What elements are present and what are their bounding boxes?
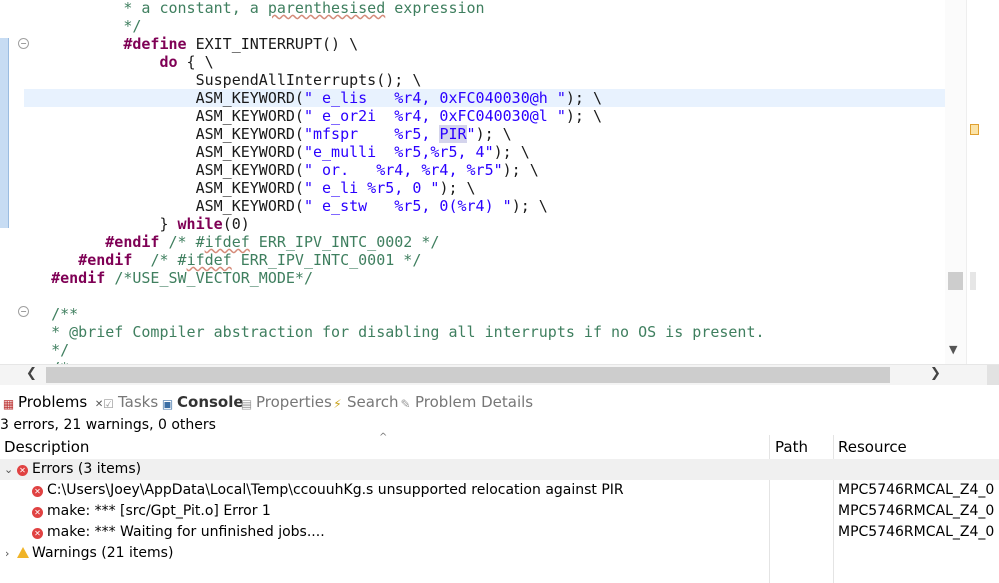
folding-column: − −: [8, 0, 29, 364]
chevron-right-icon[interactable]: ›: [5, 543, 9, 564]
scroll-right-icon[interactable]: ❯: [930, 366, 941, 381]
horizontal-scrollbar-thumb[interactable]: [46, 367, 890, 383]
overview-ruler[interactable]: [966, 0, 999, 364]
code-line[interactable]: #endif /*USE_SW_VECTOR_MODE*/: [24, 269, 945, 287]
left-ruler: [0, 0, 9, 364]
code-line[interactable]: [24, 287, 945, 305]
problem-description: C:\Users\Joey\AppData\Local\Temp\ccouuhK…: [47, 482, 624, 498]
problems-table[interactable]: Description ^ Path Resource ⌄ ✕ Errors (…: [0, 432, 999, 583]
error-icon: ✕: [17, 459, 28, 480]
table-row[interactable]: ✕ make: *** [src/Gpt_Pit.o] Error 1 MPC5…: [0, 501, 999, 522]
problem-resource: MPC5746RMCAL_Z4_0: [838, 524, 995, 540]
tab-problem-details[interactable]: ✎ Problem Details: [399, 392, 533, 412]
column-header-path[interactable]: Path: [775, 435, 808, 459]
group-label: Errors (3 items): [32, 461, 142, 477]
tab-label: Tasks: [118, 393, 159, 411]
code-line[interactable]: /**: [24, 305, 945, 323]
tab-tasks[interactable]: ☑ Tasks: [102, 392, 158, 412]
scroll-left-icon[interactable]: ❮: [26, 366, 37, 381]
tasks-icon: ☑: [103, 397, 114, 411]
code-line[interactable]: * @brief Compiler abstraction for disabl…: [24, 323, 945, 341]
code-line[interactable]: ASM_KEYWORD("mfspr %r5, PIR"); \: [24, 125, 945, 143]
problem-resource: MPC5746RMCAL_Z4_0: [838, 482, 995, 498]
code-line[interactable]: SuspendAllInterrupts(); \: [24, 71, 945, 89]
code-line[interactable]: ASM_KEYWORD(" e_li %r5, 0 "); \: [24, 179, 945, 197]
code-line[interactable]: * a constant, a parenthesised expression: [24, 0, 945, 17]
code-editor[interactable]: − − * a constant, a parenthesised expres…: [0, 0, 999, 364]
problem-resource: MPC5746RMCAL_Z4_0: [838, 503, 995, 519]
code-line[interactable]: */: [24, 17, 945, 35]
tree-group-errors[interactable]: ⌄ ✕ Errors (3 items): [0, 459, 999, 480]
code-line[interactable]: #endif /* #ifdef ERR_IPV_INTC_0002 */: [24, 233, 945, 251]
scrollbar-corner: [987, 365, 999, 385]
problem-description: make: *** Waiting for unfinished jobs...…: [47, 524, 325, 540]
overview-viewport: [970, 272, 976, 290]
column-header-resource[interactable]: Resource: [838, 435, 907, 459]
table-row[interactable]: ✕ make: *** Waiting for unfinished jobs.…: [0, 522, 999, 543]
tab-console[interactable]: ▣ Console: [161, 392, 244, 412]
code-line[interactable]: ASM_KEYWORD(" e_lis %r4, 0xFC040030@h ")…: [24, 89, 945, 107]
tab-label: Console: [177, 393, 244, 411]
problems-summary: 3 errors, 21 warnings, 0 others: [0, 417, 216, 433]
horizontal-scrollbar[interactable]: ❮ ❯: [0, 364, 999, 385]
tab-label: Problem Details: [415, 393, 534, 411]
column-header-description[interactable]: Description: [4, 435, 89, 459]
warning-marker-icon[interactable]: [970, 124, 979, 135]
code-line[interactable]: ASM_KEYWORD("e_mulli %r5,%r5, 4"); \: [24, 143, 945, 161]
tab-search[interactable]: ⚡ Search: [331, 392, 399, 412]
search-icon: ⚡: [333, 397, 342, 411]
code-line[interactable]: do { \: [24, 53, 945, 71]
code-line[interactable]: ASM_KEYWORD(" or. %r4, %r4, %r5"); \: [24, 161, 945, 179]
warning-icon: [17, 543, 29, 564]
code-line[interactable]: #endif /* #ifdef ERR_IPV_INTC_0001 */: [24, 251, 945, 269]
tree-group-warnings[interactable]: › Warnings (21 items): [0, 543, 999, 564]
code-line[interactable]: } while(0): [24, 215, 945, 233]
code-line[interactable]: #define EXIT_INTERRUPT() \: [24, 35, 945, 53]
sort-indicator-icon: ^: [379, 432, 388, 443]
code-line[interactable]: */: [24, 341, 945, 359]
properties-icon: ▤: [240, 397, 253, 411]
tab-properties[interactable]: ▤ Properties: [240, 392, 332, 412]
group-label: Warnings (21 items): [32, 545, 174, 561]
scroll-down-icon[interactable]: ▼: [949, 343, 957, 356]
view-tab-bar: ▦ Problems ✕ ☑ Tasks ▣ Console ▤ Properties …: [0, 388, 999, 414]
code-line[interactable]: ASM_KEYWORD(" e_or2i %r4, 0xFC040030@l "…: [24, 107, 945, 125]
code-line[interactable]: ASM_KEYWORD(" e_stw %r5, 0(%r4) "); \: [24, 197, 945, 215]
console-icon: ▣: [161, 397, 174, 411]
chevron-down-icon[interactable]: ⌄: [4, 459, 13, 480]
vertical-scrollbar[interactable]: ▼: [945, 0, 966, 364]
table-row[interactable]: ✕ C:\Users\Joey\AppData\Local\Temp\ccouu…: [0, 480, 999, 501]
tab-label: Problems: [18, 393, 88, 411]
error-icon: ✕: [32, 480, 43, 501]
problem-description: make: *** [src/Gpt_Pit.o] Error 1: [47, 503, 271, 519]
tab-label: Search: [347, 393, 399, 411]
error-icon: ✕: [32, 501, 43, 522]
scrollbar-thumb[interactable]: [948, 272, 963, 290]
problem-details-icon: ✎: [400, 397, 411, 411]
error-icon: ✕: [32, 522, 43, 543]
code-area[interactable]: * a constant, a parenthesised expression…: [24, 0, 945, 364]
tab-problems[interactable]: ▦ Problems ✕: [2, 392, 103, 412]
problems-icon: ▦: [2, 397, 15, 411]
tab-label: Properties: [256, 393, 332, 411]
